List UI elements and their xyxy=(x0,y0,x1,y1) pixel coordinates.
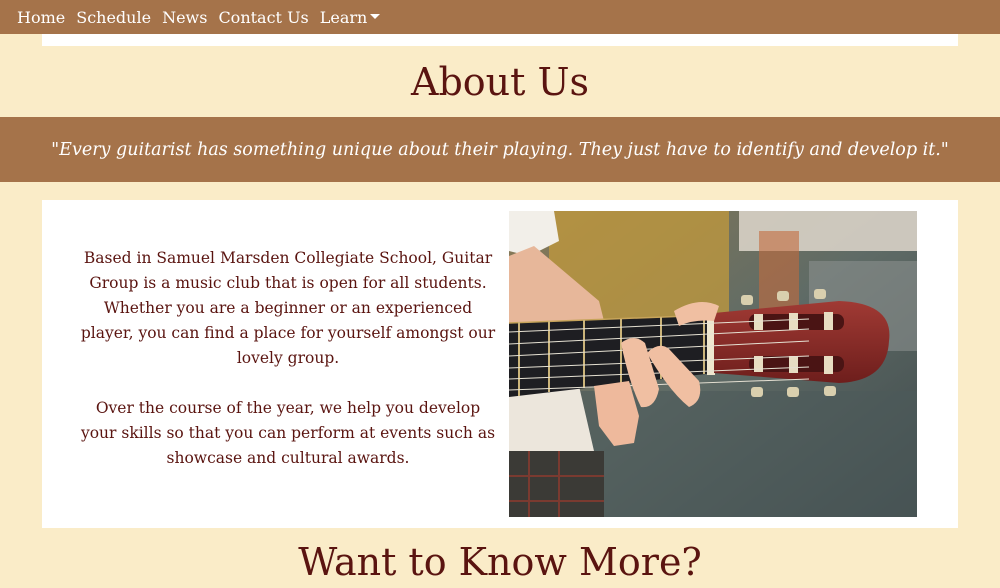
nav-learn-dropdown[interactable]: Learn xyxy=(320,8,381,27)
about-paragraph-1: Based in Samuel Marsden Collegiate Schoo… xyxy=(80,249,496,367)
more-info-heading: Want to Know More? xyxy=(298,540,702,584)
about-paragraph-2: Over the course of the year, we help you… xyxy=(80,399,496,467)
about-description: Based in Samuel Marsden Collegiate Schoo… xyxy=(80,246,496,496)
page-title: About Us xyxy=(411,60,589,104)
nav-schedule-link[interactable]: Schedule xyxy=(76,8,151,27)
nav-learn-label: Learn xyxy=(319,7,368,27)
header-strip xyxy=(42,34,958,46)
quote-text: "Every guitarist has something unique ab… xyxy=(51,139,949,160)
caret-down-icon xyxy=(370,14,381,19)
guitar-photo xyxy=(509,211,917,517)
nav-home-link[interactable]: Home xyxy=(17,8,65,27)
nav-contact-link[interactable]: Contact Us xyxy=(218,8,308,27)
quote-banner: "Every guitarist has something unique ab… xyxy=(0,117,1000,182)
top-navbar: Home Schedule News Contact Us Learn xyxy=(0,0,1000,34)
nav-news-link[interactable]: News xyxy=(162,8,207,27)
